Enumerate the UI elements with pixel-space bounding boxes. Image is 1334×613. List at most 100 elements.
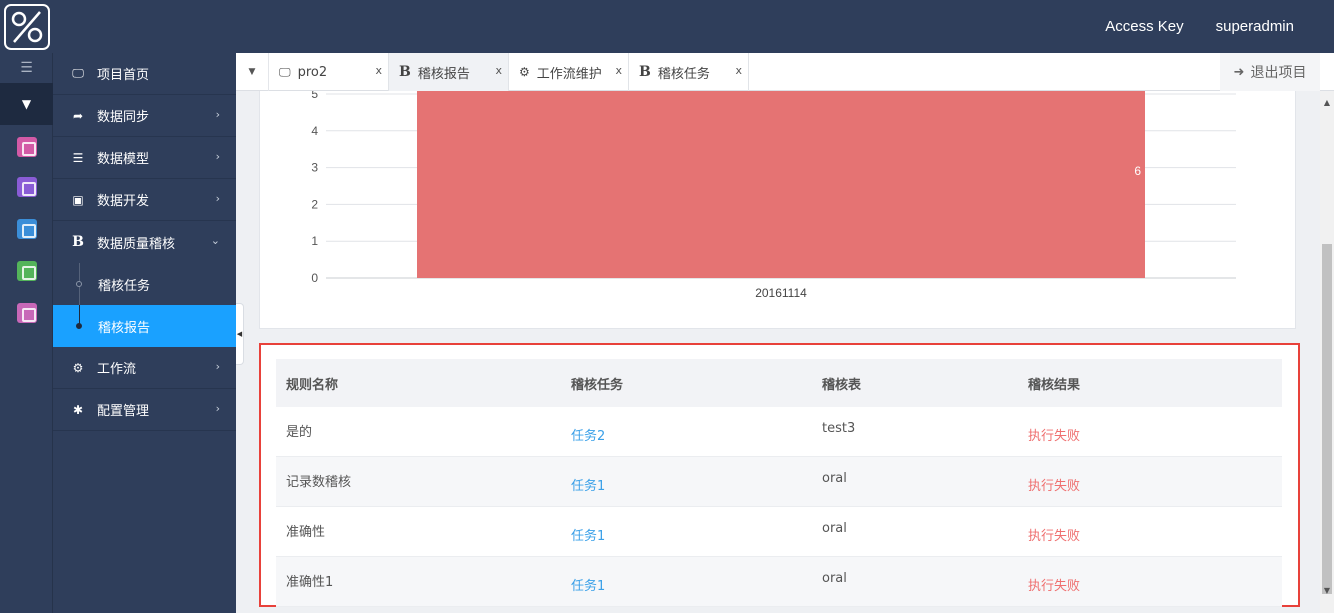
sidebar-item-data-sync[interactable]: ➦ 数据同步 ›: [53, 95, 236, 137]
table-row: 是的 任务2 test3 执行失败: [276, 407, 1282, 457]
cell-task-link[interactable]: 任务2: [571, 407, 822, 456]
cell-task-link[interactable]: 任务1: [571, 507, 822, 556]
logo-icon[interactable]: [4, 4, 50, 50]
user-menu[interactable]: superadmin: [1216, 18, 1294, 35]
chevron-right-icon: ›: [215, 402, 220, 415]
tree-dot: [76, 281, 82, 287]
exit-project-button[interactable]: ➜ 退出项目: [1220, 53, 1320, 91]
database-icon: ☰: [72, 150, 84, 165]
close-icon[interactable]: x: [735, 64, 742, 77]
chevron-right-icon: ›: [215, 360, 220, 373]
exit-project-label: 退出项目: [1250, 65, 1307, 81]
tab-dropdown-icon[interactable]: ▼: [236, 53, 269, 91]
sidebar-item-home[interactable]: 🖵 项目首页: [53, 53, 236, 95]
share-icon: ➦: [72, 108, 84, 123]
sidebar-subitem-label: 稽核报告: [98, 320, 151, 336]
scroll-up-icon[interactable]: ▲: [1320, 95, 1334, 109]
app-icon-2[interactable]: [17, 177, 37, 197]
tab-audit-task[interactable]: B 稽核任务 x: [629, 53, 749, 91]
scrollbar-thumb[interactable]: [1322, 244, 1332, 594]
close-icon[interactable]: x: [615, 64, 622, 77]
bold-b-icon: B: [399, 64, 411, 80]
tab-label: 稽核任务: [657, 66, 710, 82]
gear-icon: ✱: [72, 402, 84, 417]
chevron-right-icon: ›: [215, 192, 220, 205]
sidebar-subitem-label: 稽核任务: [98, 278, 151, 294]
sidebar-item-data-model[interactable]: ☰ 数据模型 ›: [53, 137, 236, 179]
sidebar-item-config[interactable]: ✱ 配置管理 ›: [53, 389, 236, 431]
chart-bar: [417, 91, 1145, 278]
list-icon[interactable]: ☰: [0, 53, 53, 83]
chevron-down-icon: ⌄: [210, 234, 220, 247]
header-audit-task: 稽核任务: [571, 377, 624, 393]
cell-rule-name: 准确性: [286, 525, 326, 540]
cell-rule-name: 是的: [286, 425, 313, 440]
header-audit-table: 稽核表: [822, 377, 862, 393]
monitor-icon: 🖵: [72, 66, 84, 80]
bar-data-label: 6: [1134, 164, 1141, 178]
tab-bar: ▼ 🖵 pro2 x B 稽核报告 x ⚙ 工作流维护 x B 稽核任务 x ➜…: [236, 53, 1334, 91]
sidebar-item-data-quality[interactable]: B 数据质量稽核 ⌄: [53, 221, 236, 263]
cell-task-link[interactable]: 任务1: [571, 457, 822, 506]
close-icon[interactable]: x: [375, 64, 382, 77]
tab-audit-report[interactable]: B 稽核报告 x: [389, 53, 509, 91]
y-tick-label: 2: [311, 197, 318, 211]
cell-rule-name: 准确性1: [286, 575, 334, 590]
tree-dot: [76, 323, 82, 329]
x-tick-label: 20161114: [755, 286, 807, 300]
top-header: Access Key superadmin: [0, 0, 1334, 53]
sidebar-subitem-audit-task[interactable]: 稽核任务: [53, 263, 236, 305]
chevron-right-icon: ›: [215, 150, 220, 163]
main-content: 0 1 2 3 4 5 6 20161114 规则名称 稽核任务 稽核表 稽核结果 是的 任务…: [244, 91, 1320, 613]
sidebar-item-label: 项目首页: [97, 68, 150, 83]
caret-down-icon[interactable]: ▼: [0, 83, 53, 125]
chevron-right-icon: ›: [215, 108, 220, 121]
sidebar-item-label: 数据同步: [97, 110, 150, 125]
sidebar-item-label: 数据模型: [97, 152, 150, 167]
gears-icon: ⚙: [519, 65, 530, 79]
tab-label: pro2: [297, 64, 328, 80]
close-icon[interactable]: x: [495, 64, 502, 77]
cell-result-status[interactable]: 执行失败: [1028, 557, 1282, 606]
sidebar-collapse-handle[interactable]: ◀: [236, 303, 244, 365]
y-tick-label: 0: [311, 271, 318, 285]
sidebar-item-label: 数据质量稽核: [97, 236, 176, 252]
access-key-link[interactable]: Access Key: [1105, 18, 1183, 35]
cell-table-name: oral: [822, 571, 847, 586]
cell-result-status[interactable]: 执行失败: [1028, 507, 1282, 556]
app-icon-4[interactable]: [17, 261, 37, 281]
y-tick-label: 5: [311, 91, 318, 101]
sidebar-item-label: 工作流: [97, 362, 137, 377]
app-icon-5[interactable]: [17, 303, 37, 323]
table-header: 规则名称 稽核任务 稽核表 稽核结果: [276, 359, 1282, 407]
app-icon-3[interactable]: [17, 219, 37, 239]
y-tick-label: 4: [311, 124, 318, 138]
icon-rail: ☰ ▼: [0, 53, 53, 613]
scroll-down-icon[interactable]: ▼: [1320, 583, 1334, 597]
sign-out-icon: ➜: [1233, 64, 1245, 80]
cell-table-name: oral: [822, 521, 847, 536]
header-rule-name: 规则名称: [286, 377, 339, 393]
tab-pro2[interactable]: 🖵 pro2 x: [269, 53, 389, 91]
monitor-icon: 🖵: [279, 64, 291, 79]
tab-workflow-maintenance[interactable]: ⚙ 工作流维护 x: [509, 53, 629, 91]
header-audit-result: 稽核结果: [1028, 377, 1081, 393]
gears-icon: ⚙: [72, 360, 84, 375]
tab-label: 稽核报告: [417, 66, 470, 82]
sidebar-item-data-dev[interactable]: ▣ 数据开发 ›: [53, 179, 236, 221]
table-row: 记录数稽核 任务1 oral 执行失败: [276, 457, 1282, 507]
cell-result-status[interactable]: 执行失败: [1028, 407, 1282, 456]
tab-label: 工作流维护: [536, 66, 602, 82]
sidebar: 🖵 项目首页 ➦ 数据同步 › ☰ 数据模型 › ▣ 数据开发 › B 数据质量…: [53, 53, 236, 613]
vertical-scrollbar[interactable]: ▲ ▼: [1320, 91, 1334, 613]
chart-card: 0 1 2 3 4 5 6 20161114: [259, 91, 1296, 329]
cell-task-link[interactable]: 任务1: [571, 557, 822, 606]
cell-result-status[interactable]: 执行失败: [1028, 457, 1282, 506]
app-icon-1[interactable]: [17, 137, 37, 157]
audit-result-table: 规则名称 稽核任务 稽核表 稽核结果 是的 任务2 test3 执行失败 记录数…: [276, 359, 1282, 607]
cell-rule-name: 记录数稽核: [286, 475, 352, 490]
sidebar-item-workflow[interactable]: ⚙ 工作流 ›: [53, 347, 236, 389]
file-code-icon: ▣: [72, 192, 84, 207]
sidebar-subitem-audit-report[interactable]: 稽核报告: [53, 305, 236, 347]
table-row: 准确性 任务1 oral 执行失败: [276, 507, 1282, 557]
